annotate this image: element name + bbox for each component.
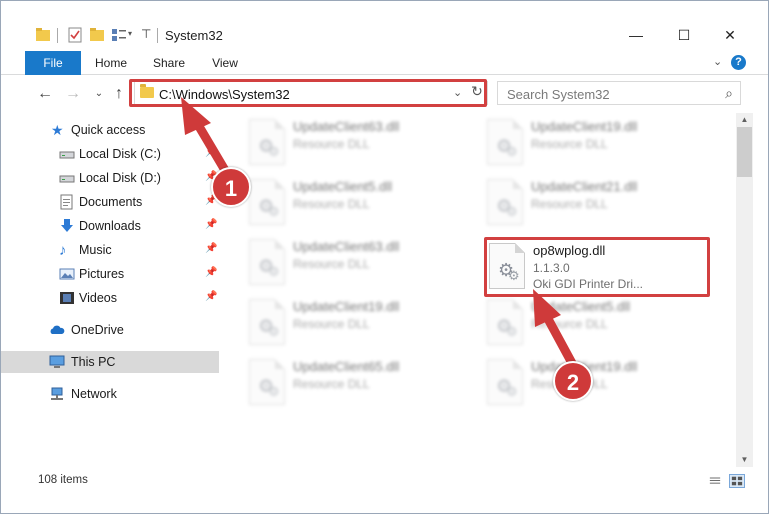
step-2-badge: 2	[553, 361, 593, 401]
pin-icon[interactable]: 📌	[205, 147, 217, 158]
sidebar-item-local-disk-d[interactable]: Local Disk (D:) 📌	[1, 167, 219, 189]
vertical-scrollbar[interactable]: ▲ ▼	[736, 113, 753, 467]
pictures-icon	[59, 268, 75, 280]
drive-icon	[59, 175, 75, 183]
window-title: System32	[165, 28, 223, 43]
sidebar-item-this-pc[interactable]: This PC	[1, 351, 219, 373]
help-icon[interactable]: ?	[731, 55, 746, 70]
documents-icon	[60, 194, 73, 210]
status-bar: 108 items	[1, 471, 768, 491]
pc-icon	[49, 355, 65, 368]
tab-home[interactable]: Home	[87, 51, 135, 75]
gear-icon: ⚙	[506, 384, 518, 399]
up-arrow-icon[interactable]: ↑	[109, 84, 129, 104]
search-placeholder: Search System32	[507, 87, 610, 102]
maximize-button[interactable]: ☐	[661, 23, 707, 47]
dll-file-icon: ⚙ ⚙	[487, 359, 523, 405]
customize-qa-icon[interactable]: ⊤	[141, 27, 157, 43]
gear-icon: ⚙	[506, 324, 518, 339]
minimize-button[interactable]: —	[613, 23, 659, 47]
scrollbar-thumb[interactable]	[737, 127, 752, 177]
forward-arrow-icon[interactable]: →	[63, 84, 83, 104]
sidebar-item-videos[interactable]: Videos 📌	[1, 287, 219, 309]
file-item[interactable]: ⚙⚙ UpdateClient19.dll Resource DLL	[483, 117, 713, 169]
file-item[interactable]: ⚙⚙ UpdateClient19.dll Resource DLL	[245, 297, 475, 349]
sidebar-item-quick-access[interactable]: ★ Quick access	[1, 119, 219, 141]
file-item[interactable]: ⚙ ⚙ UpdateClient65.dll Resource DLL	[245, 357, 475, 409]
large-icons-view-icon[interactable]	[729, 474, 745, 488]
drive-icon	[59, 151, 75, 159]
navigation-bar: ← → ⌄ ↑ C:\Windows\System32 ⌄ ↻ Search S…	[1, 79, 768, 109]
gear-icon: ⚙	[268, 144, 280, 159]
sidebar-item-onedrive[interactable]: OneDrive	[1, 319, 219, 341]
gear-icon: ⚙	[268, 384, 280, 399]
layout-icon[interactable]	[111, 27, 127, 43]
address-highlight-box	[129, 79, 487, 107]
tab-share[interactable]: Share	[145, 51, 193, 75]
dll-file-icon: ⚙ ⚙	[249, 119, 285, 165]
file-item[interactable]: ⚙ ⚙ UpdateClient21.dll Resource DLL	[483, 177, 713, 229]
pin-icon[interactable]: 📌	[205, 243, 217, 254]
sidebar-item-music[interactable]: ♪ Music 📌	[1, 239, 219, 261]
title-bar: ▾ ⊤ System32 — ☐ ✕	[1, 1, 768, 47]
pin-icon[interactable]: 📌	[205, 219, 217, 230]
file-explorer-window: ▾ ⊤ System32 — ☐ ✕ File Home Share View …	[0, 0, 769, 514]
dll-file-icon: ⚙ ⚙	[487, 299, 523, 345]
tab-view[interactable]: View	[201, 51, 249, 75]
step-1-badge: 1	[211, 167, 251, 207]
pin-icon[interactable]: 📌	[205, 267, 217, 278]
scroll-up-icon[interactable]: ▲	[736, 113, 753, 127]
recent-dropdown-icon[interactable]: ⌄	[89, 84, 109, 104]
dll-file-icon: ⚙ ⚙	[487, 179, 523, 225]
sidebar-item-local-disk-c[interactable]: Local Disk (C:) 📌	[1, 143, 219, 165]
file-item[interactable]: ⚙⚙ UpdateClient19.dll Resource DLL	[483, 357, 713, 409]
videos-icon	[60, 292, 74, 304]
gear-icon: ⚙	[268, 264, 280, 279]
gear-icon: ⚙	[506, 204, 518, 219]
gear-icon: ⚙	[506, 144, 518, 159]
sidebar-item-documents[interactable]: Documents 📌	[1, 191, 219, 213]
folder-icon	[36, 28, 50, 41]
sidebar-item-network[interactable]: Network	[1, 383, 219, 405]
sidebar-item-downloads[interactable]: Downloads 📌	[1, 215, 219, 237]
dll-file-icon: ⚙ ⚙	[249, 299, 285, 345]
star-icon: ★	[51, 122, 64, 138]
file-item[interactable]: ⚙ ⚙ UpdateClient63.dll Resource DLL	[245, 237, 475, 289]
navigation-pane: ★ Quick access Local Disk (C:) 📌 Local D…	[1, 113, 219, 467]
gear-icon: ⚙	[268, 204, 280, 219]
title-separator-2	[157, 28, 158, 43]
title-separator	[57, 28, 58, 43]
scroll-down-icon[interactable]: ▼	[736, 453, 753, 467]
back-arrow-icon[interactable]: ←	[35, 84, 55, 104]
cloud-icon	[50, 325, 65, 334]
tab-file[interactable]: File	[25, 51, 81, 75]
chevron-down-icon[interactable]: ⌄	[713, 55, 722, 68]
download-icon	[61, 219, 73, 232]
pin-icon[interactable]: 📌	[205, 291, 217, 302]
sidebar-item-pictures[interactable]: Pictures 📌	[1, 263, 219, 285]
dll-file-icon: ⚙ ⚙	[249, 179, 285, 225]
search-icon[interactable]: ⌕	[725, 85, 733, 102]
network-icon	[51, 387, 63, 400]
item-count: 108 items	[38, 474, 88, 486]
file-item[interactable]: ⚙ ⚙ UpdateClient5.dll Resource DLL	[245, 177, 475, 229]
dll-file-icon: ⚙ ⚙	[249, 359, 285, 405]
close-button[interactable]: ✕	[707, 23, 753, 47]
dll-file-icon: ⚙ ⚙	[249, 239, 285, 285]
details-view-icon[interactable]	[707, 474, 723, 488]
dll-file-icon: ⚙ ⚙	[487, 119, 523, 165]
ribbon-tabs: File Home Share View ⌄ ?	[1, 51, 768, 75]
file-item[interactable]: ⚙ ⚙ UpdateClient63.dll Resource DLL	[245, 117, 475, 169]
target-file-highlight-box	[484, 237, 710, 297]
music-icon: ♪	[59, 242, 67, 259]
search-box[interactable]: Search System32 ⌕	[497, 81, 741, 105]
file-item[interactable]: ⚙ ⚙ UpdateClient5.dll Resource DLL	[483, 297, 713, 349]
gear-icon: ⚙	[268, 324, 280, 339]
properties-icon[interactable]	[67, 27, 83, 43]
new-folder-icon[interactable]	[89, 27, 105, 43]
